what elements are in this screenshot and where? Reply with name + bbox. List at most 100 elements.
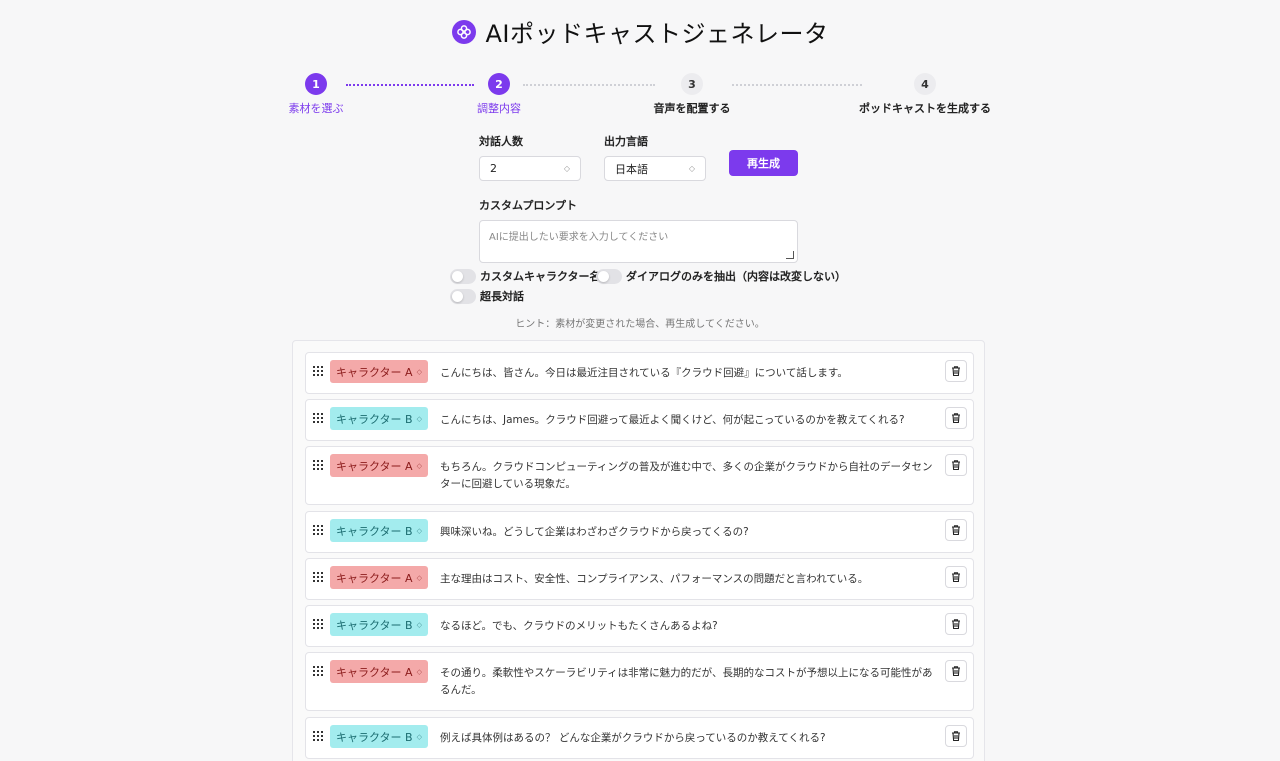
- drag-handle-icon[interactable]: [313, 366, 323, 376]
- character-select[interactable]: キャラクター A ◇: [330, 360, 428, 383]
- select-arrows-icon: ◇: [416, 414, 422, 423]
- select-arrows-icon: ◇: [416, 573, 422, 582]
- speakers-label: 対話人数: [479, 135, 523, 148]
- prompt-textarea[interactable]: AIに提出したい要求を入力してください: [479, 220, 798, 263]
- select-arrows-icon: ◇: [416, 461, 422, 470]
- regenerate-button[interactable]: 再生成: [729, 150, 798, 176]
- dialog-row: キャラクター B ◇ なるほど。でも、クラウドのメリットもたくさんあるよね?: [305, 605, 974, 647]
- drag-handle-icon[interactable]: [313, 572, 323, 582]
- select-arrows-icon: ◇: [688, 164, 695, 173]
- trash-icon: [952, 666, 960, 677]
- step-3-label: 音声を配置する: [653, 102, 731, 115]
- select-arrows-icon: ◇: [563, 164, 570, 173]
- dialog-only-toggle[interactable]: [596, 268, 622, 284]
- page-title: AIポッドキャストジェネレータ: [485, 20, 829, 48]
- select-arrows-icon: ◇: [416, 732, 422, 741]
- step-4-label: ポッドキャストを生成する: [859, 102, 991, 115]
- trash-icon: [952, 366, 960, 377]
- long-dialog-toggle-row: 超長対話: [450, 288, 524, 304]
- resize-handle-icon[interactable]: [786, 251, 794, 259]
- delete-button[interactable]: [945, 660, 967, 682]
- language-label: 出力言語: [604, 135, 648, 148]
- character-name: キャラクター B: [336, 618, 413, 632]
- long-dialog-label: 超長対話: [480, 290, 524, 303]
- trash-icon: [952, 731, 960, 742]
- step-4-number: 4: [914, 73, 936, 95]
- dialog-row: キャラクター A ◇ こんにちは、皆さん。今日は最近注目されている『クラウド回避』…: [305, 352, 974, 394]
- language-select[interactable]: 日本語 ◇: [604, 156, 706, 181]
- character-select[interactable]: キャラクター B ◇: [330, 407, 428, 430]
- delete-button[interactable]: [945, 566, 967, 588]
- dialog-row: キャラクター B ◇ 興味深いね。どうして企業はわざわざクラウドから戻ってくるの?: [305, 511, 974, 553]
- character-select[interactable]: キャラクター A ◇: [330, 566, 428, 589]
- custom-character-toggle[interactable]: [450, 268, 476, 284]
- drag-handle-icon[interactable]: [313, 460, 323, 470]
- step-2[interactable]: 2 調整内容: [399, 73, 599, 116]
- step-3[interactable]: 3 音声を配置する: [592, 73, 792, 116]
- dialog-text[interactable]: 主な理由はコスト、安全性、コンプライアンス、パフォーマンスの問題だと言われている…: [440, 571, 936, 588]
- dialog-row: キャラクター B ◇ こんにちは、James。クラウド回避って最近よく聞くけど、何…: [305, 399, 974, 441]
- drag-handle-icon[interactable]: [313, 413, 323, 423]
- delete-button[interactable]: [945, 407, 967, 429]
- dialog-text[interactable]: その通り。柔軟性やスケーラビリティは非常に魅力的だが、長期的なコストが予想以上に…: [440, 665, 936, 699]
- drag-handle-icon[interactable]: [313, 525, 323, 535]
- dialog-text[interactable]: 興味深いね。どうして企業はわざわざクラウドから戻ってくるの?: [440, 524, 936, 541]
- dialog-text[interactable]: こんにちは、James。クラウド回避って最近よく聞くけど、何が起こっているのかを…: [440, 412, 936, 429]
- dialog-text[interactable]: もちろん。クラウドコンピューティングの普及が進む中で、多くの企業がクラウドから自…: [440, 459, 936, 493]
- character-select[interactable]: キャラクター B ◇: [330, 613, 428, 636]
- dialog-text[interactable]: 例えば具体例はあるの？ どんな企業がクラウドから戻っているのか教えてくれる?: [440, 730, 936, 747]
- drag-handle-icon[interactable]: [313, 666, 323, 676]
- step-4[interactable]: 4 ポッドキャストを生成する: [825, 73, 1025, 116]
- dialog-text[interactable]: こんにちは、皆さん。今日は最近注目されている『クラウド回避』について話します。: [440, 365, 936, 382]
- dialog-list: キャラクター A ◇ こんにちは、皆さん。今日は最近注目されている『クラウド回避』…: [292, 340, 985, 761]
- delete-button[interactable]: [945, 725, 967, 747]
- speakers-group: 対話人数 2 ◇: [479, 133, 581, 181]
- character-select[interactable]: キャラクター B ◇: [330, 519, 428, 542]
- prompt-group: カスタムプロンプト AIに提出したい要求を入力してください: [479, 197, 798, 263]
- step-3-number: 3: [681, 73, 703, 95]
- dialog-row: キャラクター A ◇ 主な理由はコスト、安全性、コンプライアンス、パフォーマンスの…: [305, 558, 974, 600]
- step-1-number: 1: [305, 73, 327, 95]
- character-name: キャラクター B: [336, 730, 413, 744]
- trash-icon: [952, 525, 960, 536]
- step-1[interactable]: 1 素材を選ぶ: [216, 73, 416, 116]
- long-dialog-toggle[interactable]: [450, 288, 476, 304]
- delete-button[interactable]: [945, 360, 967, 382]
- delete-button[interactable]: [945, 613, 967, 635]
- dialog-row: キャラクター A ◇ もちろん。クラウドコンピューティングの普及が進む中で、多くの…: [305, 446, 974, 505]
- select-arrows-icon: ◇: [416, 620, 422, 629]
- dialog-row: キャラクター A ◇ その通り。柔軟性やスケーラビリティは非常に魅力的だが、長期的…: [305, 652, 974, 711]
- prompt-placeholder: AIに提出したい要求を入力してください: [489, 232, 669, 243]
- dialog-only-toggle-row: ダイアログのみを抽出（内容は改変しない）: [596, 268, 846, 284]
- character-select[interactable]: キャラクター A ◇: [330, 454, 428, 477]
- trash-icon: [952, 413, 960, 424]
- select-arrows-icon: ◇: [416, 367, 422, 376]
- app-header: AIポッドキャストジェネレータ: [0, 14, 1280, 49]
- select-arrows-icon: ◇: [416, 526, 422, 535]
- character-name: キャラクター B: [336, 412, 413, 426]
- character-name: キャラクター A: [336, 365, 413, 379]
- character-name: キャラクター B: [336, 524, 413, 538]
- drag-handle-icon[interactable]: [313, 731, 323, 741]
- step-1-label: 素材を選ぶ: [288, 102, 344, 115]
- character-select[interactable]: キャラクター A ◇: [330, 660, 428, 683]
- custom-character-toggle-row: カスタムキャラクター名: [450, 268, 601, 284]
- delete-button[interactable]: [945, 454, 967, 476]
- drag-handle-icon[interactable]: [313, 619, 323, 629]
- app-logo-icon: [451, 19, 476, 44]
- custom-character-label: カスタムキャラクター名: [480, 270, 601, 283]
- trash-icon: [952, 460, 960, 471]
- character-name: キャラクター A: [336, 459, 413, 473]
- character-name: キャラクター A: [336, 571, 413, 585]
- select-arrows-icon: ◇: [416, 667, 422, 676]
- speakers-value: 2: [490, 162, 497, 175]
- delete-button[interactable]: [945, 519, 967, 541]
- character-name: キャラクター A: [336, 665, 413, 679]
- hint-text: ヒント：素材が変更された場合、再生成してください。: [515, 319, 765, 330]
- character-select[interactable]: キャラクター B ◇: [330, 725, 428, 748]
- speakers-select[interactable]: 2 ◇: [479, 156, 581, 181]
- stepper: 1 素材を選ぶ 2 調整内容 3 音声を配置する 4 ポッドキャストを生成する: [0, 73, 1280, 118]
- language-group: 出力言語 日本語 ◇: [604, 133, 706, 181]
- dialog-text[interactable]: なるほど。でも、クラウドのメリットもたくさんあるよね?: [440, 618, 936, 635]
- language-value: 日本語: [615, 162, 648, 176]
